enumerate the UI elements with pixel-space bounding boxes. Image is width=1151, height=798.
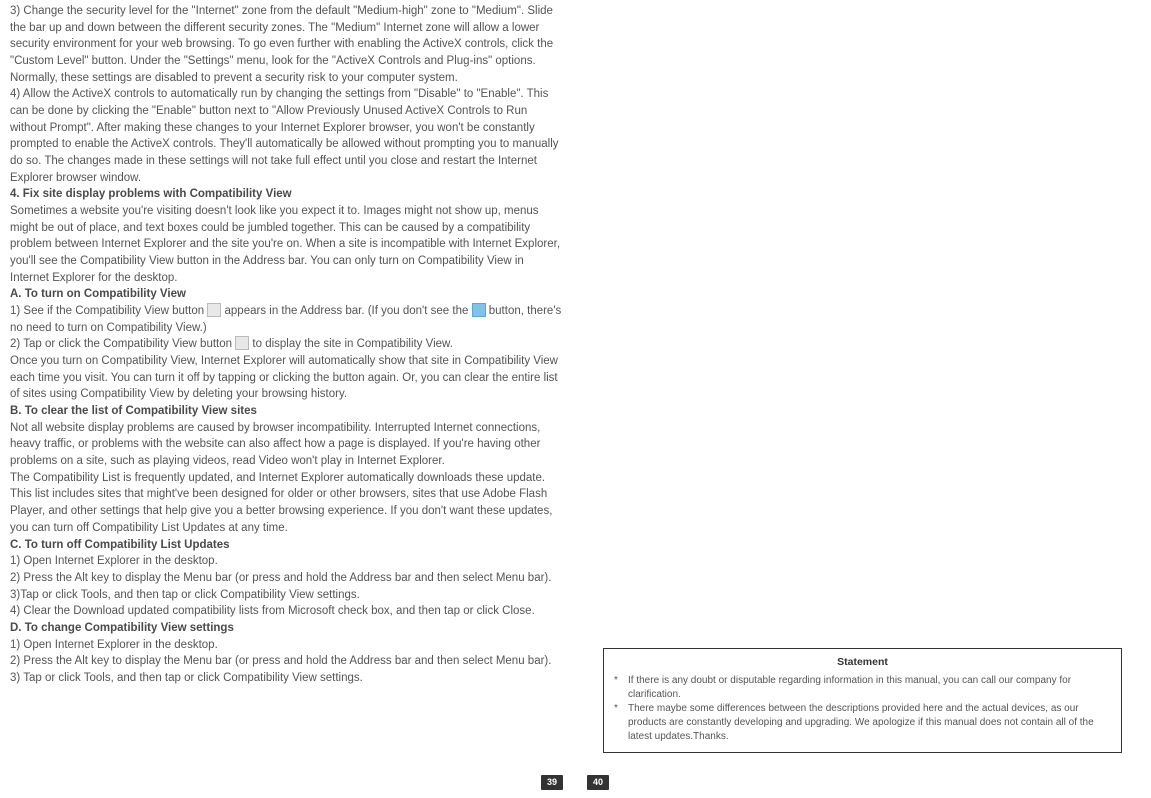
compat-note-text: Once you turn on Compatibility View, Int… xyxy=(10,353,565,403)
bullet-star: * xyxy=(614,674,628,702)
heading-a: A. To turn on Compatibility View xyxy=(10,286,565,303)
step-c2-text: 2) Press the Alt key to display the Menu… xyxy=(10,570,565,587)
compat-view-icon xyxy=(235,336,249,350)
step-d3-text: 3) Tap or click Tools, and then tap or c… xyxy=(10,670,565,687)
b-text-2: The Compatibility List is frequently upd… xyxy=(10,470,565,537)
a2-part2: to display the site in Compatibility Vie… xyxy=(249,338,453,350)
step-d1-text: 1) Open Internet Explorer in the desktop… xyxy=(10,637,565,654)
step-3-text: 3) Change the security level for the "In… xyxy=(10,3,565,86)
compat-view-icon xyxy=(207,303,221,317)
bullet-star: * xyxy=(614,702,628,744)
a1-part2: appears in the Address bar. (If you don'… xyxy=(221,305,471,317)
step-a2-text: 2) Tap or click the Compatibility View b… xyxy=(10,336,565,353)
step-c1-text: 1) Open Internet Explorer in the desktop… xyxy=(10,553,565,570)
b-text-1: Not all website display problems are cau… xyxy=(10,420,565,470)
page-number-right: 40 xyxy=(587,775,609,790)
a2-part1: 2) Tap or click the Compatibility View b… xyxy=(10,338,235,350)
statement-title: Statement xyxy=(614,655,1111,670)
heading-d: D. To change Compatibility View settings xyxy=(10,620,565,637)
statement-box: Statement * If there is any doubt or dis… xyxy=(603,648,1122,753)
a1-part1: 1) See if the Compatibility View button xyxy=(10,305,207,317)
heading-fix-display: 4. Fix site display problems with Compat… xyxy=(10,186,565,203)
page-39: 3) Change the security level for the "In… xyxy=(0,0,575,798)
compat-intro-text: Sometimes a website you're visiting does… xyxy=(10,203,565,286)
step-c4-text: 4) Clear the Download updated compatibil… xyxy=(10,603,565,620)
page-number-left: 39 xyxy=(541,775,563,790)
statement-item-2: * There maybe some differences between t… xyxy=(614,702,1111,744)
statement-2-text: There maybe some differences between the… xyxy=(628,702,1111,744)
step-a1-text: 1) See if the Compatibility View button … xyxy=(10,303,565,336)
heading-b: B. To clear the list of Compatibility Vi… xyxy=(10,403,565,420)
step-c3-text: 3)Tap or click Tools, and then tap or cl… xyxy=(10,587,565,604)
compat-view-icon-blue xyxy=(472,303,486,317)
step-4-text: 4) Allow the ActiveX controls to automat… xyxy=(10,86,565,186)
step-d2-text: 2) Press the Alt key to display the Menu… xyxy=(10,653,565,670)
statement-item-1: * If there is any doubt or disputable re… xyxy=(614,674,1111,702)
heading-c: C. To turn off Compatibility List Update… xyxy=(10,537,565,554)
statement-1-text: If there is any doubt or disputable rega… xyxy=(628,674,1111,702)
page-40: Statement * If there is any doubt or dis… xyxy=(575,0,1150,798)
